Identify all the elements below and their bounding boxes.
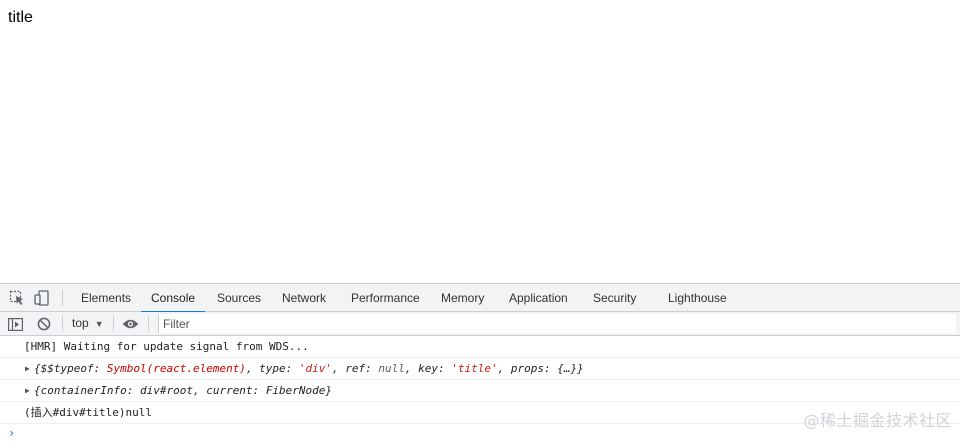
tab-console[interactable]: Console: [140, 284, 206, 313]
show-sidebar-icon[interactable]: [6, 315, 24, 333]
console-toolbar: top ▼: [0, 312, 960, 336]
devtools-tabbar: Elements Console Sources Network Perform…: [0, 283, 960, 313]
prompt-chevron-icon: ›: [8, 426, 16, 440]
tab-performance[interactable]: Performance: [351, 284, 420, 312]
console-message-react-element[interactable]: ▶ {$$typeof: Symbol(react.element), type…: [0, 358, 960, 380]
toolbar-separator: [148, 316, 149, 331]
tab-elements[interactable]: Elements: [81, 284, 131, 312]
device-toolbar-icon[interactable]: [33, 289, 51, 307]
object-preview: {containerInfo: div#root, current: Fiber…: [34, 384, 333, 397]
dropdown-arrow-icon: ▼: [94, 319, 104, 329]
context-selector[interactable]: top ▼: [72, 312, 104, 335]
tab-application[interactable]: Application: [509, 284, 568, 312]
console-filter-input[interactable]: [158, 314, 956, 333]
expand-triangle-icon[interactable]: ▶: [25, 380, 30, 401]
watermark: @稀土掘金技术社区: [803, 411, 952, 430]
console-message-fiber-root[interactable]: ▶ {containerInfo: div#root, current: Fib…: [0, 380, 960, 402]
tab-lighthouse[interactable]: Lighthouse: [668, 284, 727, 312]
live-expression-eye-icon[interactable]: [121, 315, 139, 333]
tab-sources[interactable]: Sources: [217, 284, 261, 312]
page-title: title: [8, 9, 33, 26]
inspect-element-icon[interactable]: [8, 289, 26, 307]
tabbar-separator: [62, 290, 63, 306]
object-preview: {$$typeof: Symbol(react.element), type: …: [34, 362, 584, 375]
toolbar-separator: [62, 316, 63, 331]
hmr-message-text: [HMR] Waiting for update signal from WDS…: [24, 340, 309, 353]
tab-security[interactable]: Security: [593, 284, 636, 312]
insert-message-text: (插入#div#title)null: [24, 406, 152, 419]
context-label: top: [72, 316, 89, 330]
tab-memory[interactable]: Memory: [441, 284, 484, 312]
expand-triangle-icon[interactable]: ▶: [25, 358, 30, 379]
toolbar-separator: [113, 316, 114, 331]
tab-network[interactable]: Network: [282, 284, 326, 312]
clear-console-icon[interactable]: [35, 315, 53, 333]
console-message: [HMR] Waiting for update signal from WDS…: [0, 336, 960, 358]
